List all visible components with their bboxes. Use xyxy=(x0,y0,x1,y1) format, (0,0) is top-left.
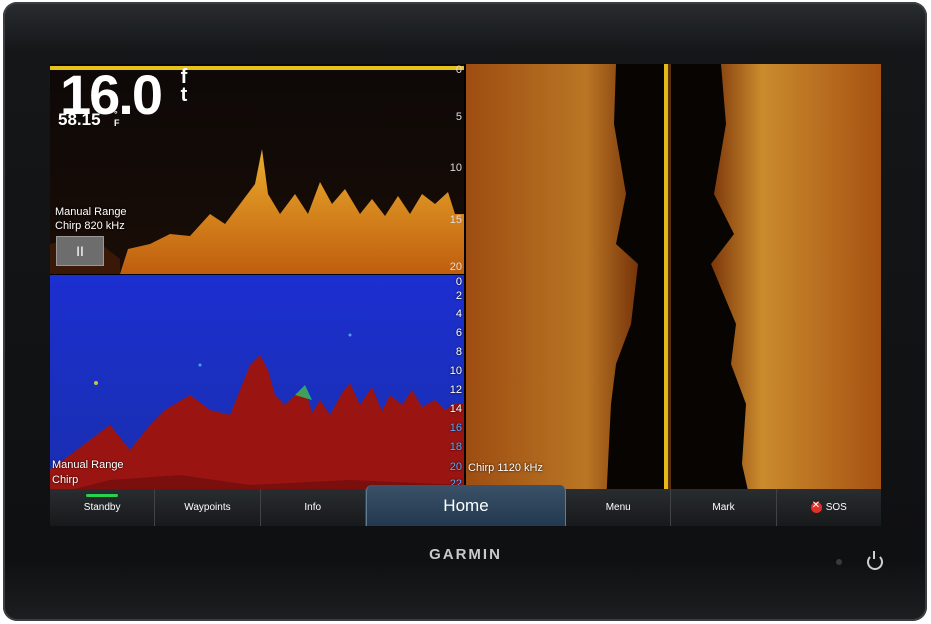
menu-label: Menu xyxy=(605,502,631,513)
power-icon[interactable] xyxy=(867,551,883,570)
sonar-screen: 16.0 ft 58.15 ° F Manual Range Chirp 820 … xyxy=(50,64,881,526)
sos-label: SOS xyxy=(825,502,847,513)
depth-scale: 0 5 10 15 20 xyxy=(446,64,464,274)
water-temperature: 58.15 xyxy=(58,110,101,129)
temperature-unit: ° F xyxy=(114,109,120,128)
scale-tick: 20 xyxy=(449,261,462,273)
scale-tick: 18 xyxy=(449,441,462,453)
brand-logo: GARMIN xyxy=(429,546,502,563)
scale-tick: 0 xyxy=(455,64,462,76)
light-sensor xyxy=(836,559,842,565)
scale-tick: 14 xyxy=(449,403,462,415)
standby-button[interactable]: Standby xyxy=(50,489,156,526)
scale-tick: 20 xyxy=(449,461,462,473)
waypoints-button[interactable]: Waypoints xyxy=(155,489,261,526)
scale-tick: 15 xyxy=(449,214,462,226)
menu-button[interactable]: Menu xyxy=(566,489,672,526)
scale-tick: 16 xyxy=(449,422,462,434)
standby-label: Standby xyxy=(83,502,121,513)
sidevu-sonar-returns xyxy=(466,64,881,526)
frequency-label: Chirp 820 kHz xyxy=(55,220,125,232)
info-label: Info xyxy=(304,502,322,513)
traditional-sonar-pane[interactable]: 16.0 ft 58.15 ° F Manual Range Chirp 820 … xyxy=(50,64,464,274)
pause-icon: II xyxy=(76,243,84,259)
sos-button[interactable]: SOS xyxy=(776,489,881,526)
scale-tick: 0 xyxy=(455,276,462,288)
sos-icon xyxy=(810,500,822,513)
info-button[interactable]: Info xyxy=(260,489,366,526)
scale-tick: 6 xyxy=(455,327,462,339)
frequency-label: Chirp 1120 kHz xyxy=(468,462,543,474)
mark-label: Mark xyxy=(712,502,735,513)
pause-button[interactable]: II xyxy=(56,236,104,266)
scale-tick: 8 xyxy=(455,346,462,358)
frequency-label: Chirp xyxy=(52,474,79,486)
scale-tick: 4 xyxy=(455,308,462,320)
scale-tick: 10 xyxy=(449,365,462,377)
scale-tick: 10 xyxy=(449,162,462,174)
sidevu-sonar-pane[interactable]: Chirp 1120 kHz 60 50 40 30 20 10 0 10 20… xyxy=(466,64,881,526)
soft-key-bar: Standby Waypoints Info Home Menu Mark SO… xyxy=(50,485,881,526)
home-label: Home xyxy=(443,495,489,515)
range-mode-label: Manual Range xyxy=(55,206,127,218)
standby-indicator-led xyxy=(86,494,119,497)
waypoints-label: Waypoints xyxy=(184,502,231,513)
scale-tick: 12 xyxy=(449,384,462,396)
range-mode-label: Manual Range xyxy=(52,459,124,471)
home-button[interactable]: Home xyxy=(365,485,567,526)
depth-unit: ft xyxy=(180,66,188,106)
scale-tick: 5 xyxy=(455,111,462,123)
scale-tick: 2 xyxy=(455,290,462,302)
mark-button[interactable]: Mark xyxy=(671,489,777,526)
